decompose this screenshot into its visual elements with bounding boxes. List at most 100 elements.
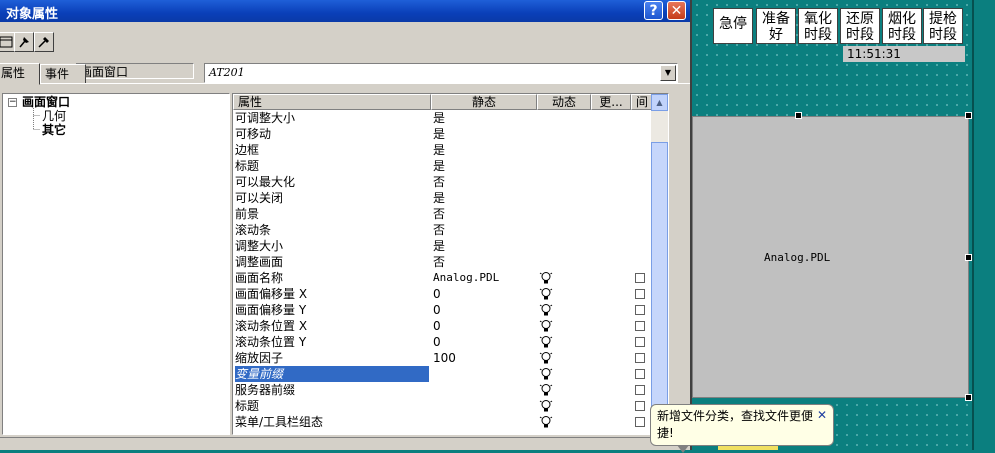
properties-panel: − 画面窗口 几何 其它 属性 静态 动态 更... 间 可调整大小是可移动是边… [0, 83, 690, 436]
tab-events[interactable]: 事件 [40, 64, 86, 84]
property-static-value[interactable]: 0 [433, 334, 533, 350]
property-static-value[interactable]: 0 [433, 318, 533, 334]
lightbulb-icon[interactable] [539, 367, 553, 381]
property-static-value[interactable]: 100 [433, 350, 533, 366]
property-static-value[interactable]: 0 [433, 302, 533, 318]
table-row[interactable]: 可以最大化 否 [233, 174, 653, 190]
pin-icon[interactable] [14, 32, 34, 52]
header-indirect[interactable]: 间 [631, 94, 653, 110]
header-property[interactable]: 属性 [233, 94, 431, 110]
property-static-value[interactable]: 是 [433, 190, 533, 206]
lightbulb-icon[interactable] [539, 287, 553, 301]
tree-lines [33, 108, 40, 130]
property-static-value[interactable]: 0 [433, 286, 533, 302]
property-static-value[interactable]: Analog.PDL [433, 270, 533, 286]
resize-handle-bottom-right[interactable] [965, 394, 972, 401]
collapse-icon[interactable]: − [8, 98, 17, 107]
property-name: 可以最大化 [235, 175, 296, 189]
picture-window[interactable]: Analog.PDL [692, 116, 969, 398]
close-icon[interactable]: ✕ [817, 407, 827, 424]
table-row[interactable]: 可以关闭 是 [233, 190, 653, 206]
table-row[interactable]: 前景 否 [233, 206, 653, 222]
indirect-checkbox[interactable] [635, 353, 645, 363]
table-row[interactable]: 滚动条位置 X 0 [233, 318, 653, 334]
lightbulb-icon[interactable] [539, 399, 553, 413]
resize-handle-top-right[interactable] [965, 112, 972, 119]
table-row[interactable]: 可调整大小 是 [233, 110, 653, 126]
table-row[interactable]: 标题 [233, 398, 653, 414]
lightbulb-icon[interactable] [539, 319, 553, 333]
property-static-value[interactable]: 否 [433, 254, 533, 270]
lightbulb-icon[interactable] [539, 351, 553, 365]
table-row[interactable]: 标题 是 [233, 158, 653, 174]
lightbulb-icon[interactable] [539, 271, 553, 285]
indirect-checkbox[interactable] [635, 337, 645, 347]
control-button[interactable]: 氧化 时段 [798, 8, 838, 44]
control-button[interactable]: 烟化 时段 [882, 8, 922, 44]
property-name: 可调整大小 [235, 111, 296, 125]
indirect-checkbox[interactable] [635, 401, 645, 411]
control-button[interactable]: 急停 [713, 8, 753, 44]
table-row[interactable]: 画面名称 Analog.PDL [233, 270, 653, 286]
tree-item-geometry[interactable]: 几何 [42, 109, 66, 123]
table-row[interactable]: 滚动条 否 [233, 222, 653, 238]
lightbulb-icon[interactable] [539, 383, 553, 397]
table-row[interactable]: 画面偏移量 X 0 [233, 286, 653, 302]
indirect-checkbox[interactable] [635, 321, 645, 331]
property-static-value[interactable]: 是 [433, 238, 533, 254]
header-dynamic[interactable]: 动态 [537, 94, 591, 110]
indirect-checkbox[interactable] [635, 417, 645, 427]
property-static-value[interactable]: 否 [433, 206, 533, 222]
time-display: 11:51:31 [843, 46, 965, 62]
property-static-value[interactable]: 是 [433, 142, 533, 158]
close-button[interactable]: ✕ [667, 1, 686, 20]
indirect-checkbox[interactable] [635, 369, 645, 379]
resize-handle-right[interactable] [965, 254, 972, 261]
help-button[interactable]: ? [644, 1, 663, 20]
control-button[interactable]: 准备好 [756, 8, 796, 44]
table-row[interactable]: 滚动条位置 Y 0 [233, 334, 653, 350]
table-row[interactable]: 变量前缀 [233, 366, 653, 382]
property-name: 滚动条位置 X [235, 319, 308, 333]
table-row[interactable]: 边框 是 [233, 142, 653, 158]
tab-strip: 属性 事件 [0, 63, 690, 85]
lightbulb-icon[interactable] [539, 335, 553, 349]
header-static[interactable]: 静态 [431, 94, 537, 110]
control-button[interactable]: 还原 时段 [840, 8, 880, 44]
resize-handle-top[interactable] [795, 112, 802, 119]
header-update[interactable]: 更... [591, 94, 631, 110]
property-static-value[interactable]: 是 [433, 126, 533, 142]
table-row[interactable]: 调整大小 是 [233, 238, 653, 254]
window-icon [0, 36, 13, 48]
scroll-up-icon[interactable]: ▲ [651, 94, 668, 111]
tab-properties[interactable]: 属性 [0, 63, 40, 85]
tree-item-other[interactable]: 其它 [42, 123, 66, 137]
dialog-titlebar[interactable]: 对象属性 ? ✕ [0, 0, 690, 22]
indirect-checkbox[interactable] [635, 305, 645, 315]
property-name: 标题 [235, 159, 260, 173]
property-static-value[interactable]: 是 [433, 110, 533, 126]
scrollbar-thumb[interactable] [651, 142, 668, 434]
property-static-value[interactable]: 否 [433, 174, 533, 190]
table-row[interactable]: 服务器前缀 [233, 382, 653, 398]
table-row[interactable]: 画面偏移量 Y 0 [233, 302, 653, 318]
table-row[interactable]: 可移动 是 [233, 126, 653, 142]
pick-pin-icon[interactable] [34, 32, 54, 52]
tree-item-root[interactable]: 画面窗口 [22, 95, 70, 109]
object-tree: − 画面窗口 几何 其它 [2, 93, 230, 435]
vertical-scrollbar[interactable]: ▲ [651, 94, 668, 434]
lightbulb-icon[interactable] [539, 303, 553, 317]
property-name: 可以关闭 [235, 191, 284, 205]
toolbar: 画面窗口 AT201 ▼ [0, 30, 690, 83]
indirect-checkbox[interactable] [635, 385, 645, 395]
property-static-value[interactable]: 否 [433, 222, 533, 238]
table-row[interactable]: 调整画面 否 [233, 254, 653, 270]
lightbulb-icon[interactable] [539, 415, 553, 429]
table-row[interactable]: 菜单/工具栏组态 [233, 414, 653, 430]
property-static-value[interactable]: 是 [433, 158, 533, 174]
table-row[interactable]: 缩放因子 100 [233, 350, 653, 366]
property-name: 画面偏移量 X [235, 287, 308, 301]
control-button[interactable]: 提枪 时段 [923, 8, 963, 44]
indirect-checkbox[interactable] [635, 273, 645, 283]
indirect-checkbox[interactable] [635, 289, 645, 299]
